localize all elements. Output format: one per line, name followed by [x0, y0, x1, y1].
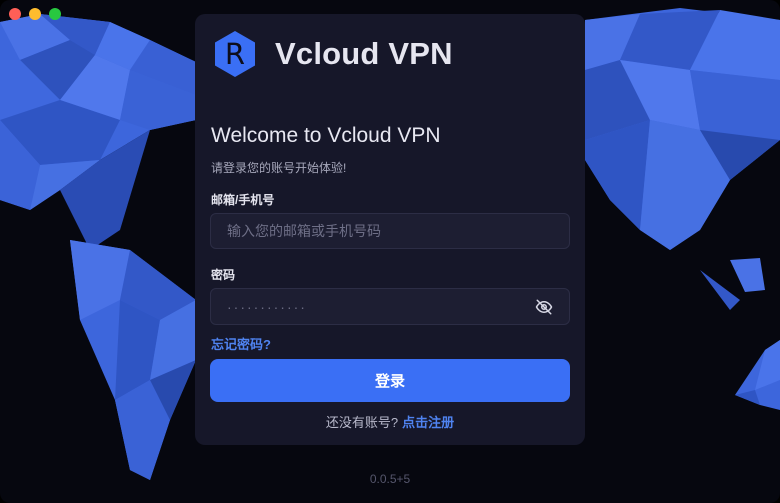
vcloud-logo-icon: R — [215, 31, 255, 77]
no-account-text: 还没有账号? — [325, 415, 399, 430]
email-label: 邮箱/手机号 — [211, 193, 275, 207]
password-label: 密码 — [211, 268, 236, 282]
app-version: 0.0.5+5 — [369, 472, 411, 486]
continent-australia — [735, 340, 780, 410]
login-button[interactable]: 登录 — [210, 359, 570, 402]
minimize-window-button[interactable] — [29, 8, 41, 20]
forgot-password-link[interactable]: 忘记密码? — [211, 334, 271, 353]
close-window-button[interactable] — [9, 8, 21, 20]
continent-north-america — [0, 14, 196, 250]
welcome-subtitle: 请登录您的账号开始体验! — [211, 161, 347, 175]
app-name: Vcloud VPN — [275, 36, 453, 71]
app-window: R Vcloud VPN Welcome to Vcloud VPN 请登录您的… — [0, 0, 780, 503]
continent-south-america — [70, 240, 196, 480]
zoom-window-button[interactable] — [49, 8, 61, 20]
continent-eurasia — [585, 8, 780, 310]
brand-header: R Vcloud VPN — [211, 30, 453, 78]
eye-off-icon[interactable] — [535, 298, 553, 316]
register-link[interactable]: 点击注册 — [402, 415, 454, 430]
register-prompt: 还没有账号? 点击注册 — [195, 412, 585, 431]
password-input[interactable]: ············ — [227, 299, 529, 315]
email-input[interactable] — [227, 223, 553, 239]
svg-text:R: R — [225, 37, 245, 71]
password-field[interactable]: ············ — [210, 288, 570, 325]
welcome-heading: Welcome to Vcloud VPN — [211, 124, 441, 147]
email-field-container — [210, 213, 570, 249]
login-card: R Vcloud VPN Welcome to Vcloud VPN 请登录您的… — [195, 14, 585, 445]
window-controls — [9, 8, 61, 20]
